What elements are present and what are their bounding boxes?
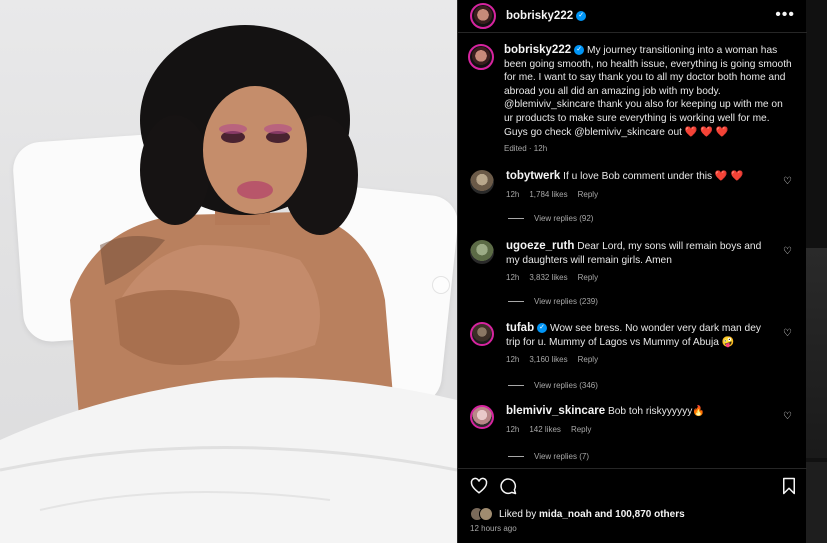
verified-badge-icon: ✓ xyxy=(574,45,585,56)
comment-time: 12h xyxy=(506,355,520,365)
view-replies-label: View replies (92) xyxy=(534,214,594,223)
carousel-indicator[interactable] xyxy=(432,276,450,294)
post-header: bobrisky222 ✓ ••• xyxy=(458,0,807,33)
more-options-icon[interactable]: ••• xyxy=(775,6,795,24)
commenter-avatar[interactable] xyxy=(470,405,494,429)
reply-button[interactable]: Reply xyxy=(571,425,591,434)
view-replies-button[interactable]: View replies (239) xyxy=(508,297,598,306)
comment-like-heart-icon[interactable]: ♡ xyxy=(783,246,792,257)
likes-summary[interactable]: Liked by mida_noah and 100,870 others xyxy=(470,507,685,521)
verified-badge-icon: ✓ xyxy=(576,11,587,21)
comment-item: ugoeze_ruth Dear Lord, my sons will rema… xyxy=(470,240,800,282)
liker-avatar xyxy=(479,507,493,521)
author-username[interactable]: bobrisky222 xyxy=(506,10,573,22)
view-replies-label: View replies (7) xyxy=(534,452,589,461)
commenter-avatar[interactable] xyxy=(470,240,494,264)
author-avatar[interactable] xyxy=(470,3,496,29)
comment-likes[interactable]: 3,832 likes xyxy=(529,273,567,282)
divider-line xyxy=(508,385,524,386)
view-replies-button[interactable]: View replies (7) xyxy=(508,452,589,461)
comment-likes[interactable]: 142 likes xyxy=(529,425,561,434)
caption-username[interactable]: bobrisky222 xyxy=(504,44,571,56)
comment-like-heart-icon[interactable]: ♡ xyxy=(783,328,792,339)
divider-line xyxy=(508,456,524,457)
post-caption: bobrisky222 ✓ My journey transitioning in… xyxy=(468,44,798,153)
comment-likes[interactable]: 1,784 likes xyxy=(529,190,567,199)
view-replies-label: View replies (239) xyxy=(534,297,598,306)
comment-time: 12h xyxy=(506,424,520,434)
view-replies-label: View replies (346) xyxy=(534,381,598,390)
liked-by-count[interactable]: and 100,870 others xyxy=(595,509,685,520)
liked-by-user[interactable]: mida_noah xyxy=(539,509,592,520)
caption-text: My journey transitioning into a woman ha… xyxy=(504,45,792,138)
caption-text-block: bobrisky222 ✓ My journey transitioning in… xyxy=(504,44,794,139)
heart-icon[interactable] xyxy=(470,477,488,495)
comment-likes[interactable]: 3,160 likes xyxy=(529,355,567,364)
verified-badge-icon: ✓ xyxy=(537,323,548,334)
comment-text: Bob toh riskyyyyyy🔥 xyxy=(607,406,705,417)
comment-time: 12h xyxy=(506,189,520,199)
background-thumbnail xyxy=(806,248,827,458)
post-timestamp: 12 hours ago xyxy=(470,524,517,533)
reply-button[interactable]: Reply xyxy=(578,273,598,282)
commenter-username[interactable]: blemiviv_skincare xyxy=(506,405,605,417)
commenter-username[interactable]: tufab xyxy=(506,322,534,334)
person-illustration xyxy=(0,25,457,543)
background-thumbnail xyxy=(806,462,827,543)
comment-like-heart-icon[interactable]: ♡ xyxy=(783,411,792,422)
comment-like-heart-icon[interactable]: ♡ xyxy=(783,176,792,187)
view-replies-button[interactable]: View replies (346) xyxy=(508,381,598,390)
caption-author-avatar[interactable] xyxy=(468,44,494,70)
commenter-username[interactable]: ugoeze_ruth xyxy=(506,240,574,252)
caption-meta: Edited · 12h xyxy=(504,144,548,154)
divider-line xyxy=(508,218,524,219)
divider-line xyxy=(508,301,524,302)
comment-item: tufab ✓ Wow see bress. No wonder very dar… xyxy=(470,322,800,364)
commenter-avatar[interactable] xyxy=(470,322,494,346)
comment-item: tobytwerk If u love Bob comment under th… xyxy=(470,170,800,199)
comment-icon[interactable] xyxy=(499,477,517,495)
post-image[interactable] xyxy=(0,0,457,543)
likes-text: Liked by mida_noah and 100,870 others xyxy=(499,509,685,520)
view-replies-button[interactable]: View replies (92) xyxy=(508,214,593,223)
liked-by-prefix: Liked by xyxy=(499,508,537,520)
commenter-username[interactable]: tobytwerk xyxy=(506,170,560,182)
bookmark-icon[interactable] xyxy=(780,477,798,495)
comment-text: If u love Bob comment under this ❤️ ❤️ xyxy=(563,171,744,182)
background-page xyxy=(806,0,827,543)
post-details-panel: bobrisky222 ✓ ••• bobrisky222 ✓ My journe… xyxy=(457,0,807,543)
commenter-avatar[interactable] xyxy=(470,170,494,194)
reply-button[interactable]: Reply xyxy=(578,190,598,199)
comment-time: 12h xyxy=(506,273,520,283)
comment-item: blemiviv_skincare Bob toh riskyyyyyy🔥 12… xyxy=(470,405,800,434)
reply-button[interactable]: Reply xyxy=(578,355,598,364)
post-actions: Liked by mida_noah and 100,870 others 12… xyxy=(458,468,807,543)
